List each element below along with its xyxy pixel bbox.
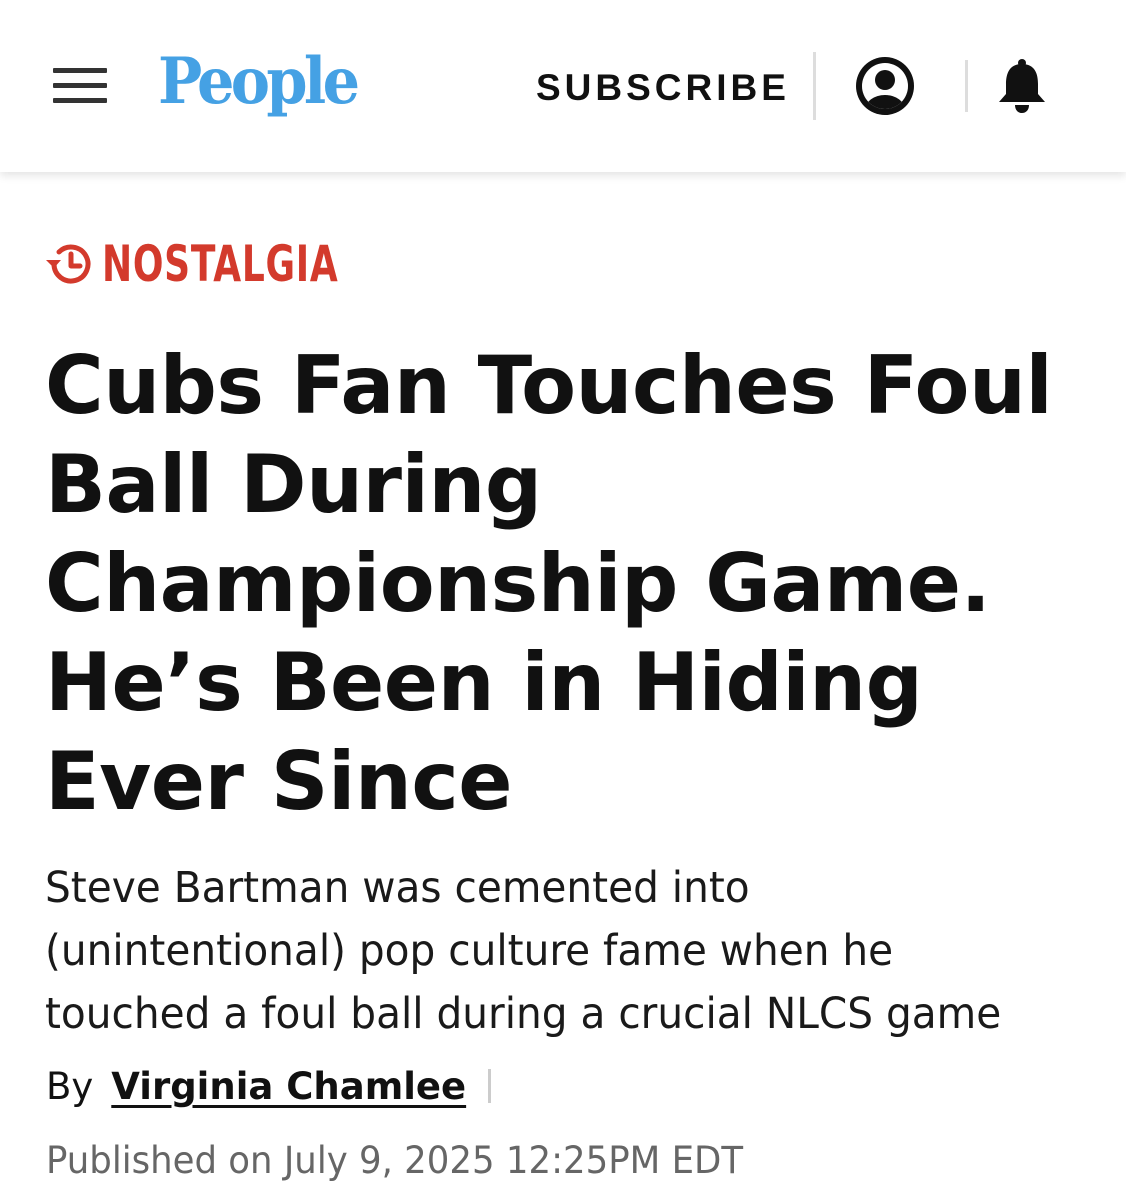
category-link[interactable]: NOSTALGIA (42, 234, 430, 294)
header-divider (965, 60, 968, 112)
header-divider (813, 52, 816, 120)
byline-prefix: By (46, 1064, 94, 1108)
site-header: People SUBSCRIBE (0, 0, 1126, 172)
bell-icon[interactable] (996, 58, 1048, 114)
article-dek: Steve Bartman was cemented into (uninten… (45, 863, 1002, 1039)
article-headline: Cubs Fan Touches Foul Ball During Champi… (45, 339, 1053, 828)
author-link[interactable]: Virginia Chamlee (111, 1065, 466, 1108)
category-label: NOSTALGIA (102, 235, 339, 293)
byline-divider (488, 1069, 492, 1103)
byline: By Virginia Chamlee (46, 1062, 492, 1110)
hamburger-menu-icon[interactable] (53, 68, 107, 104)
account-icon[interactable] (855, 56, 915, 116)
history-clock-icon (42, 238, 98, 290)
subscribe-button[interactable]: SUBSCRIBE (536, 66, 790, 110)
people-logo[interactable]: People (158, 42, 360, 122)
published-date: Published on July 9, 2025 12:25PM EDT (46, 1139, 744, 1182)
